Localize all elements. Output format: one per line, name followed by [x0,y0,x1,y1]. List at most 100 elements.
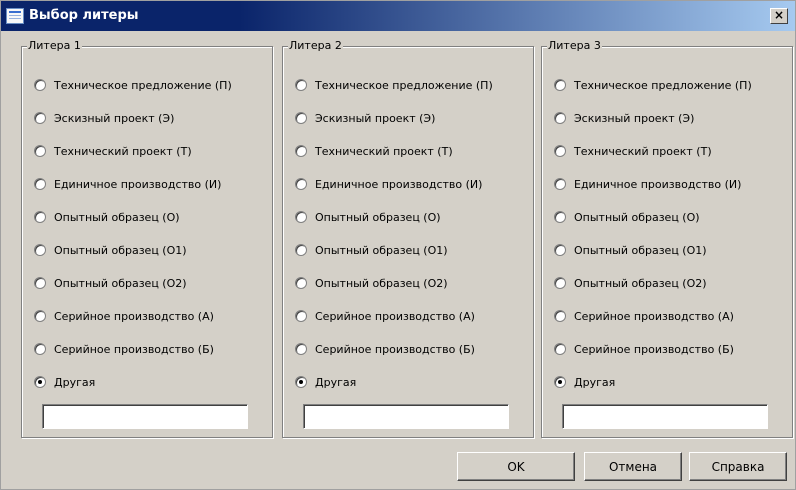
litera-option[interactable]: Серийное производство (Б) [34,340,214,358]
option-label: Единичное производство (И) [574,177,742,191]
radio-unchecked-icon[interactable] [295,244,307,256]
option-label: Эскизный проект (Э) [315,111,436,125]
radio-unchecked-icon[interactable] [34,112,46,124]
radio-unchecked-icon[interactable] [295,343,307,355]
litera-option[interactable]: Серийное производство (А) [554,307,734,325]
option-label: Единичное производство (И) [54,177,222,191]
radio-unchecked-icon[interactable] [295,310,307,322]
radio-checked-icon[interactable] [34,376,46,388]
litera-option[interactable]: Другая [554,373,615,391]
radio-unchecked-icon[interactable] [295,79,307,91]
litera-option[interactable]: Техническое предложение (П) [295,76,493,94]
radio-unchecked-icon[interactable] [295,112,307,124]
option-label: Серийное производство (Б) [54,342,214,356]
litera-option[interactable]: Серийное производство (А) [34,307,214,325]
radio-unchecked-icon[interactable] [295,277,307,289]
litera-option[interactable]: Опытный образец (О) [34,208,180,226]
litera-option[interactable]: Серийное производство (Б) [554,340,734,358]
cancel-button[interactable]: Отмена [584,452,682,481]
option-label: Другая [54,375,96,389]
close-button[interactable]: × [770,8,788,24]
option-label: Технический проект (Т) [315,144,453,158]
option-label: Единичное производство (И) [315,177,483,191]
option-label: Технический проект (Т) [54,144,192,158]
radio-unchecked-icon[interactable] [554,112,566,124]
radio-unchecked-icon[interactable] [34,277,46,289]
window-title: Выбор литеры [29,8,139,23]
option-label: Другая [574,375,616,389]
option-label: Технический проект (Т) [574,144,712,158]
option-label: Опытный образец (О) [315,210,441,224]
radio-unchecked-icon[interactable] [34,244,46,256]
radio-unchecked-icon[interactable] [34,178,46,190]
radio-unchecked-icon[interactable] [554,244,566,256]
option-label: Опытный образец (О2) [54,276,187,290]
litera-option[interactable]: Опытный образец (О1) [34,241,187,259]
litera-option[interactable]: Эскизный проект (Э) [295,109,435,127]
custom-litera-input[interactable] [562,404,768,429]
litera-option[interactable]: Опытный образец (О) [295,208,441,226]
option-label: Серийное производство (Б) [315,342,475,356]
litera-option[interactable]: Опытный образец (О) [554,208,700,226]
help-button[interactable]: Справка [689,452,787,481]
litera-option[interactable]: Опытный образец (О2) [554,274,707,292]
group-label: Литера 2 [288,39,343,53]
litera-option[interactable]: Единичное производство (И) [554,175,741,193]
option-label: Серийное производство (А) [574,309,734,323]
litera-option[interactable]: Техническое предложение (П) [34,76,232,94]
litera-option[interactable]: Другая [295,373,356,391]
radio-unchecked-icon[interactable] [34,145,46,157]
option-label: Другая [315,375,357,389]
litera-option[interactable]: Технический проект (Т) [554,142,712,160]
radio-unchecked-icon[interactable] [34,79,46,91]
litera-option[interactable]: Опытный образец (О1) [554,241,707,259]
option-label: Эскизный проект (Э) [54,111,175,125]
radio-unchecked-icon[interactable] [554,211,566,223]
radio-unchecked-icon[interactable] [554,343,566,355]
radio-unchecked-icon[interactable] [554,310,566,322]
option-label: Серийное производство (Б) [574,342,734,356]
radio-unchecked-icon[interactable] [554,178,566,190]
litera-option[interactable]: Опытный образец (О2) [295,274,448,292]
radio-unchecked-icon[interactable] [295,145,307,157]
litera-option[interactable]: Серийное производство (Б) [295,340,475,358]
radio-unchecked-icon[interactable] [295,178,307,190]
litera-group-3: Литера 3 Техническое предложение (П) Эскиз… [541,39,793,438]
option-label: Техническое предложение (П) [54,78,232,92]
radio-unchecked-icon[interactable] [34,211,46,223]
litera-option[interactable]: Серийное производство (А) [295,307,475,325]
litera-option[interactable]: Единичное производство (И) [295,175,482,193]
option-label: Опытный образец (О) [574,210,700,224]
app-icon [6,8,24,24]
radio-unchecked-icon[interactable] [34,343,46,355]
custom-litera-input[interactable] [303,404,509,429]
radio-unchecked-icon[interactable] [554,145,566,157]
radio-unchecked-icon[interactable] [295,211,307,223]
litera-option[interactable]: Техническое предложение (П) [554,76,752,94]
radio-unchecked-icon[interactable] [554,277,566,289]
radio-checked-icon[interactable] [295,376,307,388]
option-label: Опытный образец (О) [54,210,180,224]
custom-litera-input[interactable] [42,404,248,429]
litera-option[interactable]: Технический проект (Т) [34,142,192,160]
option-label: Опытный образец (О2) [574,276,707,290]
litera-option[interactable]: Единичное производство (И) [34,175,221,193]
title-bar[interactable]: Выбор литеры × [1,1,795,31]
litera-option[interactable]: Технический проект (Т) [295,142,453,160]
radio-unchecked-icon[interactable] [554,79,566,91]
option-label: Серийное производство (А) [315,309,475,323]
option-label: Эскизный проект (Э) [574,111,695,125]
option-label: Опытный образец (О1) [574,243,707,257]
litera-option[interactable]: Другая [34,373,95,391]
group-label: Литера 3 [547,39,602,53]
litera-option[interactable]: Опытный образец (О2) [34,274,187,292]
radio-checked-icon[interactable] [554,376,566,388]
litera-option[interactable]: Эскизный проект (Э) [34,109,174,127]
litera-group-2: Литера 2 Техническое предложение (П) Эскиз… [282,39,534,438]
radio-unchecked-icon[interactable] [34,310,46,322]
dialog-window: Выбор литеры × Литера 1 Техническое предл… [0,0,796,490]
option-label: Серийное производство (А) [54,309,214,323]
ok-button[interactable]: OK [457,452,575,481]
litera-option[interactable]: Опытный образец (О1) [295,241,448,259]
litera-option[interactable]: Эскизный проект (Э) [554,109,694,127]
